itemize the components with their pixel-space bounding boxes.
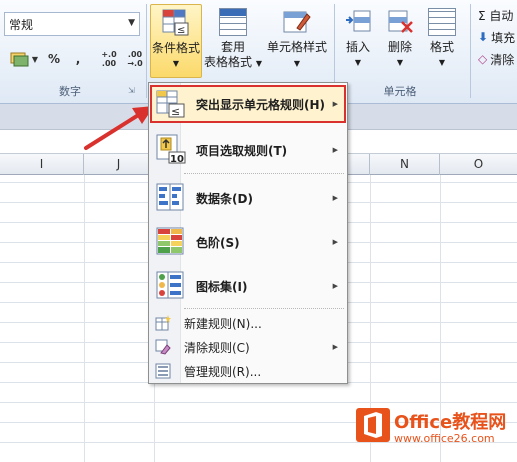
comma-button[interactable]: , (70, 48, 86, 70)
watermark: Office教程网 www.office26.com (356, 406, 514, 458)
delete-cells-icon (386, 8, 414, 36)
color-scales-icon (156, 227, 184, 255)
menu-item-label: 管理规则(R)... (184, 364, 262, 379)
insert-cells-icon (344, 8, 372, 36)
menu-item-label: 数据条(D) (196, 191, 253, 206)
menu-item-label: 图标集(I) (196, 279, 248, 294)
menu-item-new-rule[interactable]: 新建规则(N)... (150, 312, 344, 334)
cell-styles-icon (283, 8, 311, 36)
decrease-decimal-button[interactable]: .00 →.0 (124, 48, 146, 70)
submenu-arrow-icon: ▶ (332, 194, 338, 202)
accounting-format-button[interactable]: ▼ (6, 48, 42, 70)
menu-item-label: 新建规则(N)... (184, 316, 262, 331)
menu-item-label: 突出显示单元格规则(H) (196, 97, 326, 112)
format-button[interactable]: 格式 ▼ (422, 4, 462, 78)
new-rule-icon (155, 315, 171, 331)
clear-rules-icon (155, 339, 171, 355)
table-format-label-2: 表格格式 ▼ (204, 55, 262, 69)
submenu-arrow-icon: ▶ (332, 100, 338, 108)
clear-label: 清除 (490, 52, 515, 67)
submenu-arrow-icon: ▶ (332, 146, 338, 154)
table-format-label-1: 套用 (220, 40, 245, 54)
delete-label: 删除 (387, 40, 412, 54)
menu-item-icon-sets[interactable]: 图标集(I) ▶ (150, 268, 344, 304)
fill-button[interactable]: ⬇ 填充 (478, 28, 515, 46)
menu-item-label: 项目选取规则(T) (196, 143, 288, 158)
fill-down-icon: ⬇ (478, 30, 489, 44)
increase-decimal-icon: +.0 .00 (101, 50, 120, 68)
eraser-icon: ◇ (478, 52, 488, 66)
percent-label: % (47, 52, 61, 66)
menu-item-top-bottom-rules[interactable]: 10 项目选取规则(T) ▶ (150, 130, 344, 170)
office-logo-icon (356, 408, 390, 442)
menu-item-label: 色阶(S) (196, 235, 240, 250)
menu-item-highlight-rules[interactable]: ≤ 突出显示单元格规则(H) ▶ (150, 86, 344, 122)
column-header-o[interactable]: O (440, 154, 517, 175)
top-bottom-rules-icon: 10 (156, 134, 186, 164)
autosum-label: Σ 自动 (478, 8, 514, 23)
autosum-button[interactable]: Σ 自动 (478, 6, 513, 24)
svg-text:≤: ≤ (171, 105, 180, 118)
chevron-down-icon: ▼ (354, 58, 362, 67)
menu-separator (184, 173, 344, 174)
data-bars-icon (156, 183, 184, 211)
dialog-launcher-icon[interactable]: ⇲ (128, 86, 135, 95)
table-format-button[interactable]: 套用 表格格式 ▼ (204, 4, 262, 78)
column-header-n[interactable]: N (370, 154, 440, 175)
column-header-i[interactable]: I (0, 154, 84, 175)
grid-line (84, 175, 85, 462)
chevron-down-icon[interactable]: ▼ (128, 18, 135, 28)
cell-styles-label: 单元格样式 ▼ (266, 40, 327, 68)
clear-button[interactable]: ◇ 清除 (478, 50, 514, 68)
menu-item-manage-rules[interactable]: 管理规则(R)... (150, 360, 344, 382)
watermark-url: www.office26.com (394, 432, 495, 445)
submenu-arrow-icon: ▶ (332, 343, 338, 351)
submenu-arrow-icon: ▶ (332, 238, 338, 246)
top10-text: 10 (170, 154, 184, 164)
manage-rules-icon (155, 363, 171, 379)
percent-button[interactable]: % (46, 48, 62, 70)
number-format-value: 常规 (9, 17, 34, 32)
table-format-icon (219, 8, 247, 36)
comma-label: , (75, 52, 81, 66)
menu-separator (184, 308, 344, 309)
chevron-down-icon: ▼ (438, 58, 446, 67)
number-format-combo[interactable]: 常规 ▼ (4, 12, 140, 36)
group-separator (470, 4, 471, 98)
svg-text:≤: ≤ (177, 25, 185, 36)
table-format-label-2-text: 表格格式 (204, 55, 253, 69)
insert-button[interactable]: 插入 ▼ (338, 4, 378, 78)
fill-label: 填充 (491, 30, 516, 45)
currency-icon (10, 52, 29, 67)
group-separator (146, 4, 147, 98)
cells-group-label: 单元格 (383, 85, 417, 98)
conditional-format-button[interactable]: ≤ 条件格式 ▼ (150, 4, 202, 78)
highlight-rules-icon: ≤ (156, 90, 185, 118)
menu-item-label: 清除规则(C) (184, 340, 250, 355)
chevron-down-icon: ▼ (172, 59, 180, 68)
menu-item-color-scales[interactable]: 色阶(S) ▶ (150, 224, 344, 260)
cell-styles-button[interactable]: 单元格样式 ▼ (264, 4, 330, 78)
column-header-j[interactable]: J (84, 154, 154, 175)
conditional-format-label: 条件格式 (151, 41, 200, 55)
delete-button[interactable]: 删除 ▼ (380, 4, 420, 78)
chevron-down-icon: ▼ (31, 54, 39, 64)
insert-label: 插入 (345, 40, 370, 54)
watermark-brand: Office教程网 (394, 412, 507, 433)
format-cells-icon (428, 8, 456, 36)
menu-item-data-bars[interactable]: 数据条(D) ▶ (150, 180, 344, 216)
decrease-decimal-icon: .00 →.0 (127, 50, 145, 68)
cell-styles-label-text: 单元格样式 (266, 40, 327, 54)
format-label: 格式 (429, 40, 454, 54)
menu-item-clear-rules[interactable]: 清除规则(C) ▶ (150, 336, 344, 358)
chevron-down-icon: ▼ (396, 58, 404, 67)
icon-sets-icon (156, 271, 184, 299)
increase-decimal-button[interactable]: +.0 .00 (98, 48, 120, 70)
submenu-arrow-icon: ▶ (332, 282, 338, 290)
conditional-format-icon: ≤ (162, 9, 190, 37)
